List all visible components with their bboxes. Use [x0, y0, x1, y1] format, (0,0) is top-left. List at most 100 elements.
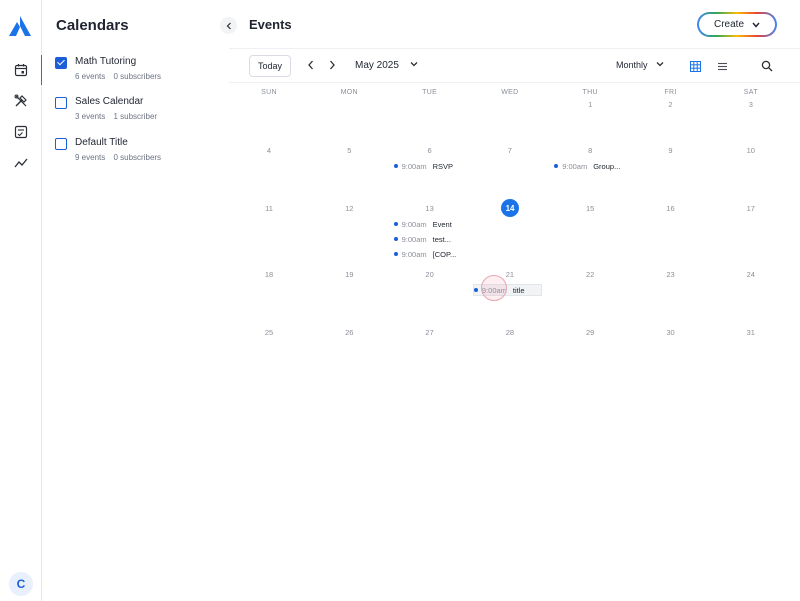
- event-title: test...: [432, 234, 451, 244]
- day-number[interactable]: 1: [550, 100, 630, 109]
- day-number[interactable]: 10: [711, 146, 791, 155]
- chevron-down-icon[interactable]: [655, 59, 665, 69]
- create-button[interactable]: Create: [697, 12, 777, 37]
- day-number[interactable]: 17: [711, 204, 791, 213]
- create-label: Create: [713, 19, 744, 30]
- event-dot-icon: [393, 252, 398, 256]
- event-time: 9:00am: [401, 219, 427, 229]
- nav-tasks[interactable]: [0, 117, 42, 147]
- weekday-header: MON: [340, 89, 358, 96]
- day-number[interactable]: 31: [711, 328, 791, 337]
- nav-tools[interactable]: [0, 86, 42, 116]
- calendar-item-default-title[interactable]: Default Title 9 events 0 subscribers: [55, 137, 225, 173]
- day-number[interactable]: 9: [631, 146, 711, 155]
- chevron-down-icon: [752, 22, 760, 28]
- chevron-down-icon[interactable]: [409, 59, 419, 69]
- day-number[interactable]: 15: [550, 204, 630, 213]
- day-number[interactable]: 22: [550, 270, 630, 279]
- day-number[interactable]: 30: [631, 328, 711, 337]
- tools-icon: [14, 94, 27, 107]
- today-button[interactable]: Today: [249, 55, 291, 77]
- event-title: Event: [432, 219, 452, 229]
- grid-view-icon: [689, 60, 701, 72]
- chevron-left-icon: [226, 22, 231, 29]
- collapse-panel-button[interactable]: [220, 17, 237, 34]
- calendar-name: Sales Calendar: [75, 96, 144, 107]
- grid-view-button[interactable]: [685, 56, 705, 76]
- day-number[interactable]: 26: [309, 328, 389, 337]
- day-number[interactable]: 19: [309, 270, 389, 279]
- calendar-meta: 6 events 0 subscribers: [75, 72, 167, 81]
- calendar-meta: 9 events 0 subscribers: [75, 153, 167, 162]
- analytics-icon: [14, 158, 28, 168]
- day-number[interactable]: 13: [390, 204, 470, 213]
- chevron-left-icon: [308, 60, 313, 70]
- weekday-header: THU: [582, 89, 598, 96]
- day-number[interactable]: 2: [631, 100, 711, 109]
- day-number[interactable]: 7: [470, 146, 550, 155]
- event-dot-icon: [393, 164, 398, 168]
- weekday-header: TUE: [422, 89, 438, 96]
- day-number[interactable]: 29: [550, 328, 630, 337]
- calendar-toolbar: Today May 2025 Monthly: [229, 48, 800, 83]
- page-title: Events: [249, 17, 292, 32]
- today-day-number[interactable]: 14: [501, 199, 520, 217]
- calendar-item-sales-calendar[interactable]: Sales Calendar 3 events 1 subscriber: [55, 96, 225, 132]
- panel-title: Calendars: [56, 17, 129, 34]
- event-dot-icon: [393, 237, 398, 241]
- mouse-cursor-indicator: [481, 275, 507, 301]
- day-number[interactable]: 3: [711, 100, 791, 109]
- event-title: Group...: [593, 161, 621, 171]
- weekday-header: SUN: [261, 89, 277, 96]
- day-number[interactable]: 18: [229, 270, 309, 279]
- day-number[interactable]: 21: [470, 270, 550, 279]
- subscriber-count: 0 subscribers: [113, 72, 162, 81]
- search-icon: [761, 60, 773, 72]
- calendar-event[interactable]: 9:00am Group...: [554, 160, 620, 172]
- event-count: 9 events: [75, 153, 106, 162]
- avatar[interactable]: C: [9, 572, 33, 596]
- event-time: 9:00am: [401, 234, 427, 244]
- event-time: 9:00am: [401, 249, 427, 259]
- calendar-item-math-tutoring[interactable]: Math Tutoring 6 events 0 subscribers: [55, 56, 225, 92]
- calendar-name: Default Title: [75, 137, 128, 148]
- view-mode-select[interactable]: Monthly: [616, 60, 648, 70]
- day-number[interactable]: 4: [229, 146, 309, 155]
- day-number[interactable]: 24: [711, 270, 791, 279]
- calendar-event[interactable]: 9:00am test...: [393, 233, 451, 245]
- day-number[interactable]: 20: [390, 270, 470, 279]
- nav-analytics[interactable]: [0, 148, 42, 178]
- calendar-event[interactable]: 9:00am Event: [393, 218, 452, 230]
- day-number[interactable]: 11: [229, 204, 309, 213]
- day-number[interactable]: 25: [229, 328, 309, 337]
- day-number[interactable]: 16: [631, 204, 711, 213]
- nav-calendar[interactable]: [0, 55, 43, 85]
- day-number[interactable]: 8: [550, 146, 630, 155]
- day-number[interactable]: 12: [309, 204, 389, 213]
- next-month-button[interactable]: [325, 58, 339, 72]
- app-logo-icon[interactable]: [9, 16, 31, 36]
- subscriber-count: 1 subscriber: [113, 112, 158, 121]
- day-number[interactable]: 23: [631, 270, 711, 279]
- prev-month-button[interactable]: [304, 58, 318, 72]
- calendar-event[interactable]: 9:00am [COP...: [393, 248, 457, 260]
- day-number[interactable]: 28: [470, 328, 550, 337]
- list-view-icon: [717, 62, 727, 70]
- subscriber-count: 0 subscribers: [113, 153, 162, 162]
- calendar-checkbox[interactable]: [55, 138, 67, 150]
- day-number[interactable]: 27: [390, 328, 470, 337]
- list-view-button[interactable]: [712, 56, 732, 76]
- calendar-checkbox[interactable]: [55, 57, 67, 69]
- checklist-icon: [14, 125, 28, 139]
- event-count: 6 events: [75, 72, 106, 81]
- search-button[interactable]: [757, 56, 777, 76]
- event-dot-icon: [554, 164, 559, 168]
- calendar-event[interactable]: 9:00am RSVP: [393, 160, 454, 172]
- event-title: RSVP: [432, 161, 454, 171]
- calendar-checkbox[interactable]: [55, 97, 67, 109]
- calendar-name: Math Tutoring: [75, 56, 137, 67]
- month-selector-label[interactable]: May 2025: [355, 60, 399, 71]
- day-number[interactable]: 6: [390, 146, 470, 155]
- day-number[interactable]: 5: [309, 146, 389, 155]
- event-title: [COP...: [432, 249, 457, 259]
